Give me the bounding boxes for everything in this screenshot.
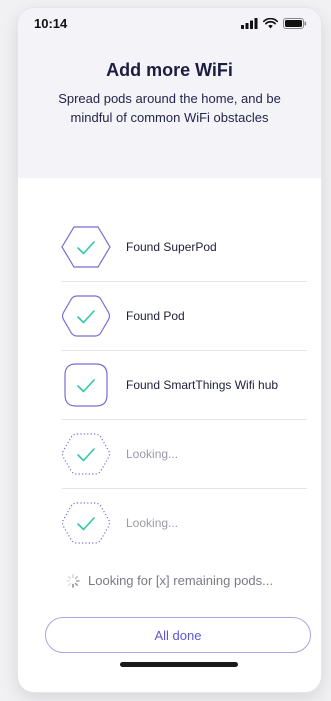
all-done-button[interactable]: All done xyxy=(45,617,311,653)
rounded-square-check-icon xyxy=(60,359,112,411)
signal-icon xyxy=(241,17,258,29)
phone-screen: 10:14 Add more WiFi Spread pods around t… xyxy=(18,8,321,692)
spinner-icon xyxy=(66,573,80,588)
pod-row-searching: Looking... xyxy=(60,420,307,489)
status-icons xyxy=(241,17,307,29)
pod-row-smartthings-hub: Found SmartThings Wifi hub xyxy=(62,351,307,420)
pod-row-superpod: Found SuperPod xyxy=(60,213,307,282)
hexagon-check-icon xyxy=(60,221,112,273)
pod-label: Looking... xyxy=(126,447,179,461)
searching-status: Looking for [x] remaining pods... xyxy=(18,573,321,588)
dotted-hexagon-check-icon xyxy=(60,428,112,480)
pod-label: Looking... xyxy=(126,516,179,530)
pod-row-pod: Found Pod xyxy=(60,282,307,351)
rounded-hexagon-check-icon xyxy=(60,290,112,342)
searching-text: Looking for [x] remaining pods... xyxy=(88,573,273,588)
page-title: Add more WiFi xyxy=(106,60,233,80)
pod-label: Found SuperPod xyxy=(126,240,217,254)
header: Add more WiFi Spread pods around the hom… xyxy=(18,38,321,178)
pod-row-searching: Looking... xyxy=(60,489,307,557)
pod-label: Found Pod xyxy=(126,309,185,323)
pod-list: Found SuperPod Found Pod Found SmartThin… xyxy=(18,213,321,557)
dotted-hexagon-check-icon xyxy=(60,497,112,549)
battery-icon xyxy=(283,17,307,29)
page-subtitle: Spread pods around the home, and be mind… xyxy=(58,91,281,125)
wifi-icon xyxy=(263,17,278,28)
pod-label: Found SmartThings Wifi hub xyxy=(126,378,279,392)
status-time: 10:14 xyxy=(34,15,68,31)
status-bar: 10:14 xyxy=(18,8,321,38)
home-indicator[interactable] xyxy=(120,662,238,667)
